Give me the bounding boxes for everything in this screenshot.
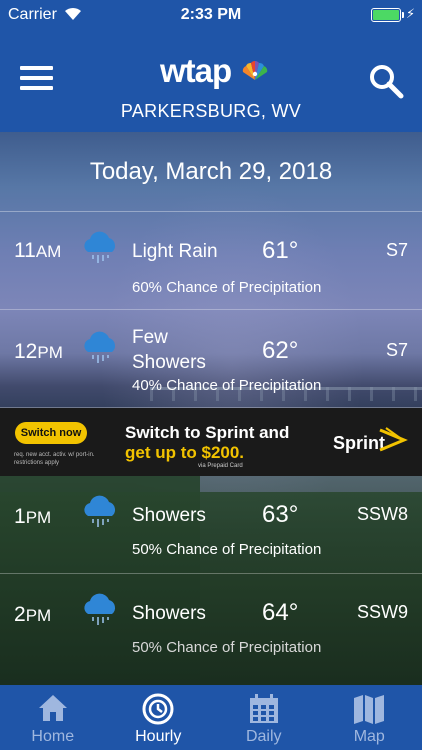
rain-cloud-icon — [84, 331, 116, 363]
logo-text: wtap — [160, 52, 232, 89]
battery-icon — [371, 8, 404, 22]
menu-button[interactable] — [20, 66, 54, 94]
tab-hourly[interactable]: Hourly — [106, 685, 212, 750]
precip-label: 50% Chance of Precipitation — [132, 639, 322, 656]
clock-icon — [142, 693, 174, 725]
wind-label: SSW9 — [356, 602, 408, 622]
tab-bar: Home Hourly Daily Map — [0, 685, 422, 750]
date-header: Today, March 29, 2018 — [0, 132, 422, 212]
ad-fine-print: req. new acct. activ. w/ port-in. restri… — [14, 452, 95, 466]
hour-row: 12PM Few Showers 62° S7 40% Chance of Pr… — [0, 310, 422, 408]
ad-switch-now-button[interactable]: Switch now — [15, 422, 87, 444]
hour-time: 12PM — [14, 340, 63, 363]
precip-label: 60% Chance of Precipitation — [132, 279, 322, 296]
rain-cloud-icon — [84, 231, 116, 263]
tab-label: Daily — [245, 728, 282, 745]
temperature-label: 64° — [262, 599, 299, 626]
hour-time: 1PM — [14, 505, 52, 528]
location-label: PARKERSBURG, WV — [120, 101, 302, 121]
condition-label: Few Showers — [132, 327, 206, 373]
wind-label: SSW8 — [356, 504, 408, 524]
ad-headline: Switch to Sprint and — [125, 423, 290, 442]
peacock-icon — [242, 61, 268, 80]
calendar-icon — [249, 694, 278, 723]
rain-cloud-icon — [84, 495, 116, 527]
tab-daily[interactable]: Daily — [211, 685, 317, 750]
condition-label: Showers — [132, 505, 206, 526]
wind-label: S7 — [385, 240, 408, 260]
tab-map[interactable]: Map — [317, 685, 422, 750]
temperature-label: 63° — [262, 501, 299, 528]
ad-banner[interactable]: Switch now req. new acct. activ. w/ port… — [0, 408, 422, 476]
home-icon — [38, 695, 67, 721]
condition-label: Showers — [132, 603, 206, 624]
tab-label: Map — [353, 728, 385, 745]
tab-home[interactable]: Home — [0, 685, 106, 750]
status-time: 2:33 PM — [180, 6, 242, 23]
sprint-logo-icon — [379, 427, 408, 452]
tab-label: Home — [31, 728, 75, 745]
wind-label: S7 — [385, 340, 408, 360]
search-icon[interactable] — [368, 63, 404, 99]
precip-label: 40% Chance of Precipitation — [132, 377, 322, 394]
app-header: Carrier 2:33 PM ⚡ wtap PARKERSBURG, WV — [0, 0, 422, 132]
map-icon — [354, 695, 385, 724]
charging-bolt-icon: ⚡ — [406, 6, 416, 21]
hour-time: 11AM — [14, 239, 62, 262]
station-logo: wtap — [160, 52, 270, 89]
hour-time: 2PM — [14, 603, 52, 626]
date-label: Today, March 29, 2018 — [89, 157, 333, 185]
hour-row: 2PM Showers 64° SSW9 50% Chance of Preci… — [0, 574, 422, 672]
ad-subtext: via Prepaid Card — [198, 463, 243, 469]
tab-label: Hourly — [135, 728, 182, 745]
hour-row: 11AM Light Rain 61° S7 60% Chance of Pre… — [0, 212, 422, 310]
hour-row: 1PM Showers 63° SSW8 50% Chance of Preci… — [0, 476, 422, 574]
temperature-label: 61° — [262, 237, 299, 264]
rain-cloud-icon — [84, 593, 116, 625]
status-bar: Carrier 2:33 PM ⚡ — [0, 0, 422, 30]
condition-label: Light Rain — [132, 241, 218, 262]
temperature-label: 62° — [262, 337, 299, 364]
precip-label: 50% Chance of Precipitation — [132, 541, 322, 558]
ad-offer: get up to $200. — [125, 443, 245, 462]
